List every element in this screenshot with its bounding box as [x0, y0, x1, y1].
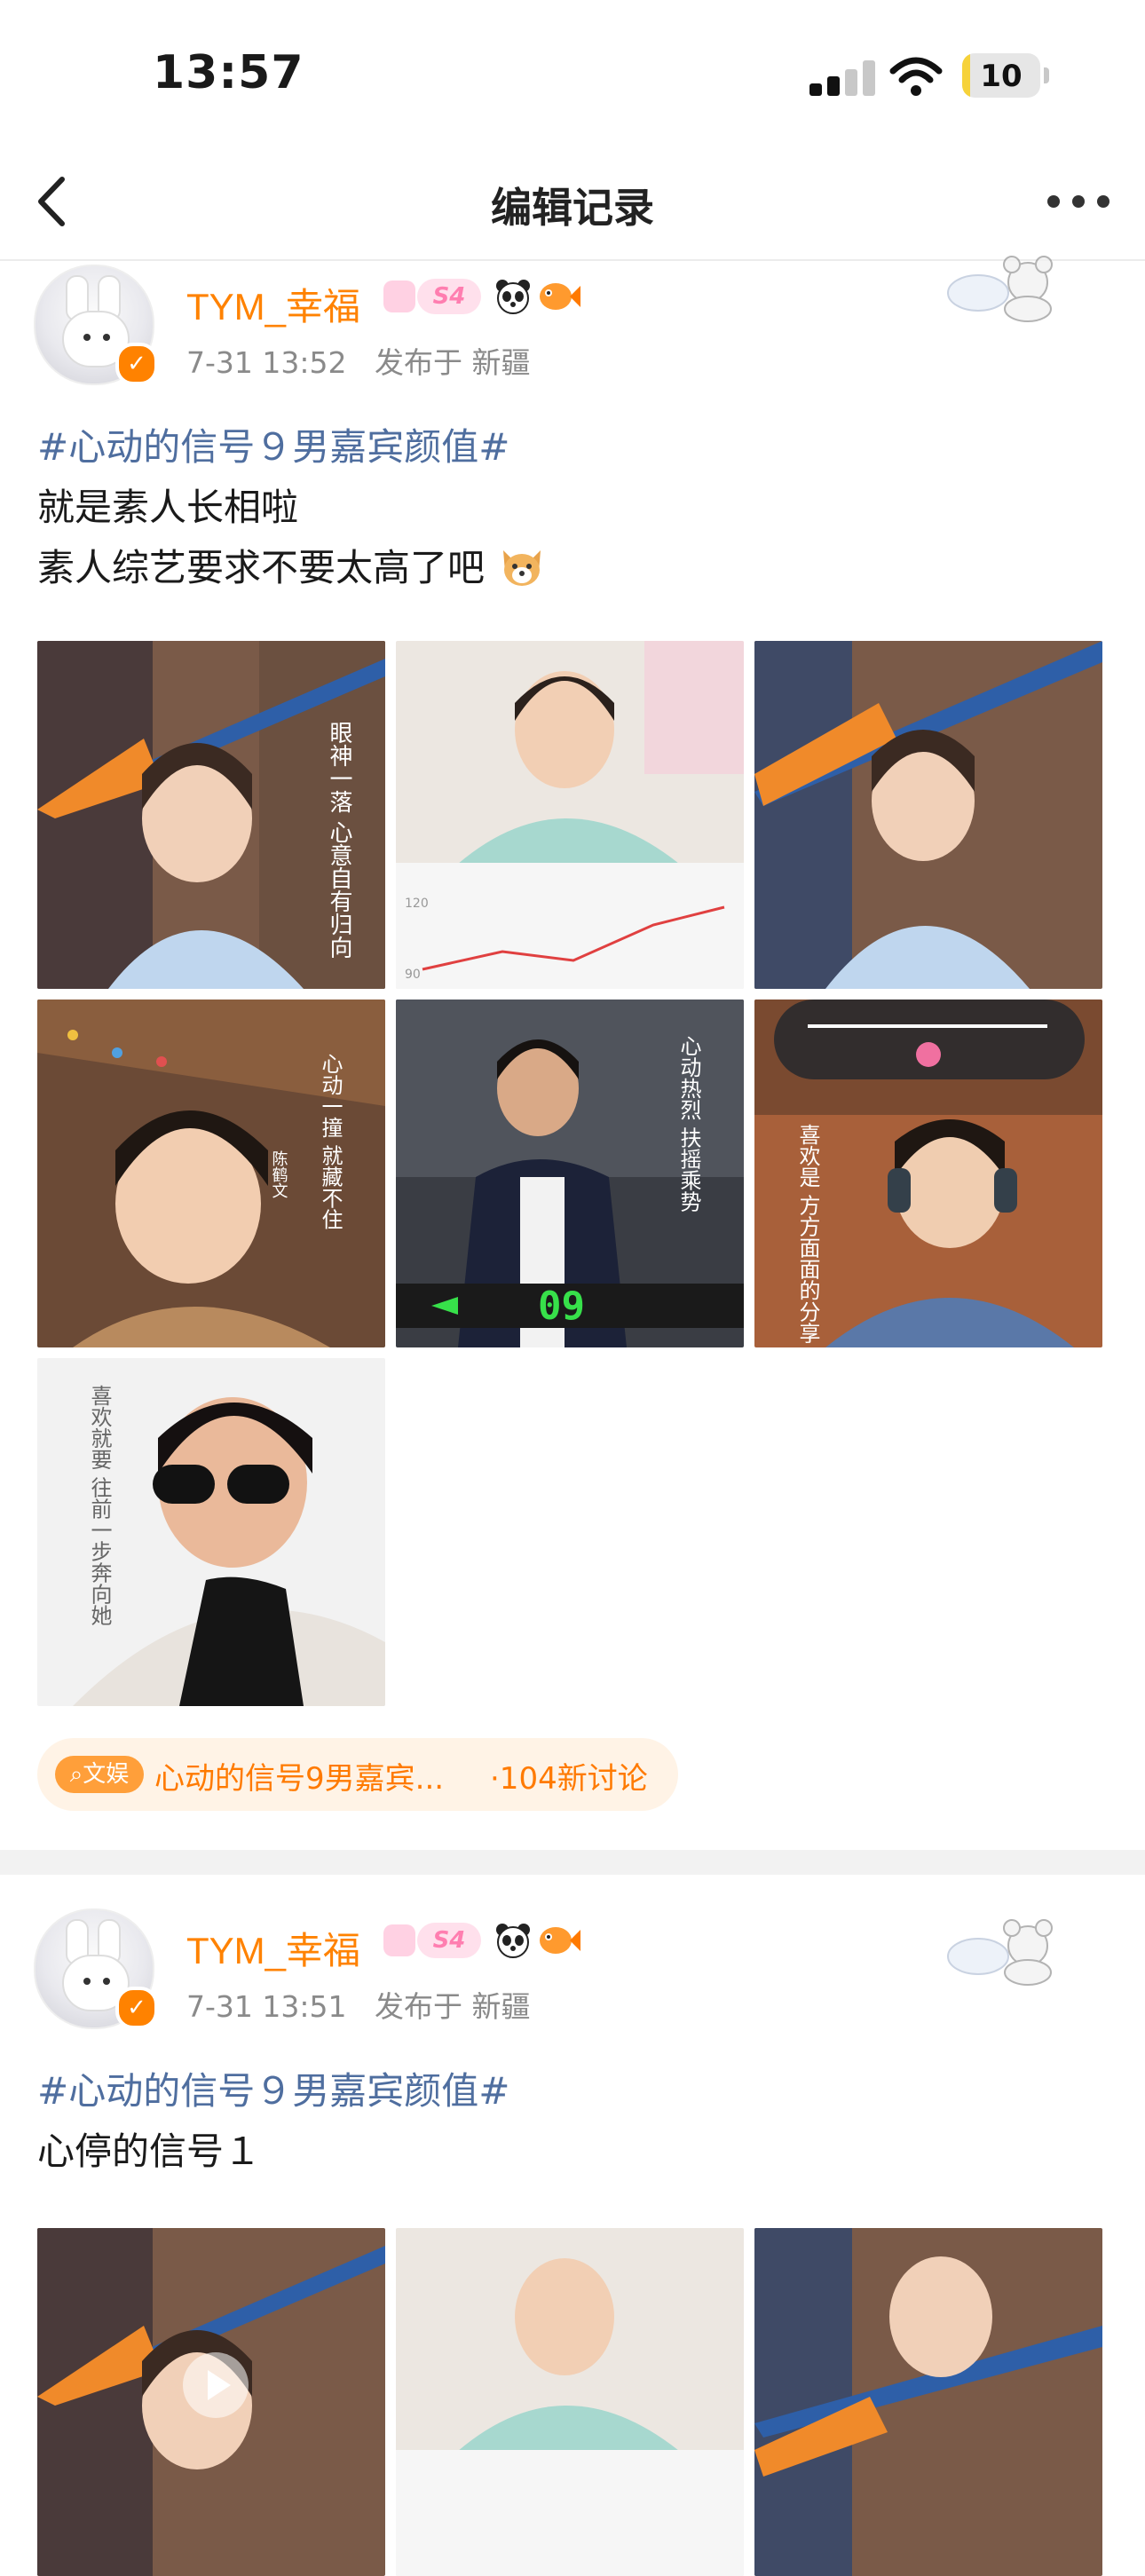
wifi-icon — [889, 57, 943, 96]
verified-badge-icon: ✓ — [115, 1987, 158, 2029]
post-card: ✓ TYM_幸福 S4 7-31 13:51 发布于 新疆 #心动的信号９男嘉宾… — [0, 1908, 1145, 2576]
level-badge-icon — [383, 281, 415, 312]
fish-icon — [540, 1927, 580, 1954]
post-text-line: 就是素人长相啦 — [37, 486, 299, 529]
nav-bar: 编辑记录 — [0, 151, 1145, 261]
post-body: #心动的信号９男嘉宾颜值# 就是素人长相啦 素人综艺要求不要太高了吧 — [37, 417, 548, 598]
image-caption: 喜欢就要 往前一步奔向她 — [87, 1385, 112, 1626]
post-image[interactable]: 眼神一落 心意自有归向 — [37, 641, 385, 989]
post-text-line: 素人综艺要求不要太高了吧 — [37, 538, 548, 598]
teddy-bear-decoration-icon — [947, 1919, 1053, 1986]
level-badge: S4 — [417, 279, 481, 314]
post-image[interactable] — [754, 2228, 1102, 2576]
image-caption: 心动一撞 就藏不住 — [318, 1053, 343, 1230]
svg-text:90: 90 — [405, 968, 421, 982]
battery-percent: 10 — [980, 59, 1023, 94]
post-text-line: 心停的信号１ — [37, 2130, 262, 2173]
username[interactable]: TYM_幸福 — [186, 277, 360, 331]
play-icon[interactable] — [183, 2352, 249, 2418]
level-badge: S4 — [417, 1923, 481, 1958]
post-image[interactable]: 120 90 — [396, 641, 744, 989]
post-image[interactable]: 心动一撞 就藏不住 陈鹤文 — [37, 1000, 385, 1347]
topic-card-count: ·104新讨论 — [490, 1761, 648, 1797]
page-title: 编辑记录 — [491, 184, 654, 232]
post-body: #心动的信号９男嘉宾颜值# 心停的信号１ — [37, 2061, 509, 2182]
teddy-bear-decoration-icon — [947, 256, 1053, 322]
topic-card[interactable]: ⌕文娱 心动的信号9男嘉宾... ·104新讨论 — [37, 1738, 678, 1811]
image-caption: 喜欢是 方方面面的分享 — [795, 1124, 820, 1344]
level-badge-icon — [383, 1924, 415, 1956]
post-location: 发布于 新疆 — [374, 345, 531, 380]
svg-text:120: 120 — [405, 897, 429, 911]
topic-card-name: 心动的信号9男嘉宾... — [154, 1761, 445, 1797]
image-caption: 心动热烈 扶摇乘势 — [676, 1035, 701, 1213]
image-caption: 陈鹤文 — [270, 1150, 288, 1198]
post-image[interactable]: 喜欢是 方方面面的分享 — [754, 1000, 1102, 1347]
image-caption: 眼神一落 心意自有归向 — [326, 721, 352, 959]
topic-link[interactable]: #心动的信号９男嘉宾颜值# — [37, 2061, 509, 2122]
panda-icon — [496, 280, 530, 314]
post-image[interactable] — [396, 2228, 744, 2576]
fish-icon — [540, 283, 580, 310]
panda-icon — [496, 1924, 530, 1958]
dog-emoji-icon — [503, 550, 541, 586]
post-separator — [0, 1850, 1145, 1875]
battery-icon: 10 — [962, 53, 1040, 98]
verified-badge-icon: ✓ — [115, 343, 158, 385]
post-time: 7-31 13:51 — [186, 1989, 347, 2024]
topic-link[interactable]: #心动的信号９男嘉宾颜值# — [37, 417, 548, 478]
status-bar: 13:57 10 — [0, 0, 1145, 151]
image-caption: 09 — [538, 1284, 585, 1329]
post-image[interactable] — [754, 641, 1102, 989]
cellular-signal-icon — [809, 59, 880, 96]
post-location: 发布于 新疆 — [374, 1989, 531, 2024]
post-image[interactable]: 喜欢就要 往前一步奔向她 — [37, 1358, 385, 1706]
search-icon: ⌕ — [69, 1761, 83, 1788]
more-options-icon[interactable] — [1047, 195, 1109, 213]
topic-chip: ⌕文娱 — [55, 1756, 144, 1793]
post-meta: 7-31 13:51 发布于 新疆 — [186, 1983, 530, 2026]
post-video[interactable] — [37, 2228, 385, 2576]
post-image[interactable]: 09 心动热烈 扶摇乘势 — [396, 1000, 744, 1347]
post-time: 7-31 13:52 — [186, 345, 347, 380]
battery-tip — [1044, 67, 1049, 83]
post-card: ✓ TYM_幸福 S4 7-31 13:52 发布于 新疆 #心动的信号９男嘉宾… — [0, 256, 1145, 1827]
username[interactable]: TYM_幸福 — [186, 1921, 360, 1975]
status-time: 13:57 — [153, 46, 304, 99]
post-meta: 7-31 13:52 发布于 新疆 — [186, 339, 530, 382]
